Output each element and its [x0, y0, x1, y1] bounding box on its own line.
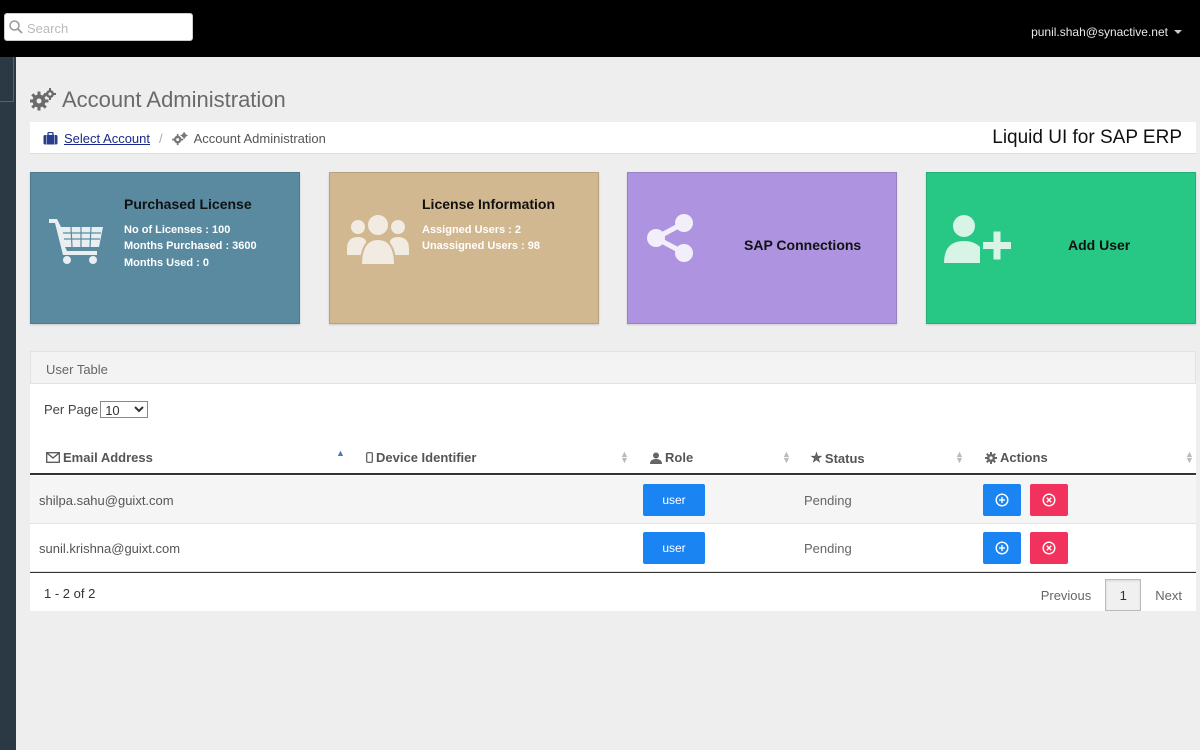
search-icon [9, 20, 23, 34]
plus-circle-icon [995, 493, 1009, 507]
column-header-device[interactable]: Device Identifier [366, 450, 476, 465]
add-action-button[interactable] [983, 484, 1021, 516]
user-icon [650, 452, 662, 464]
row-email: shilpa.sahu@guixt.com [39, 493, 174, 508]
tile-line-months-purchased: Months Purchased : 3600 [124, 240, 257, 252]
sap-connections-tile[interactable]: SAP Connections [627, 172, 897, 324]
tile-line-assigned: Assigned Users : 2 [422, 224, 522, 236]
page-title: Account Administration [30, 87, 286, 113]
add-action-button[interactable] [983, 532, 1021, 564]
cart-icon [49, 219, 103, 264]
panel-title: User Table [30, 351, 1196, 384]
pagination-previous[interactable]: Previous [1027, 588, 1106, 603]
breadcrumb-select-account-link[interactable]: Select Account [64, 131, 150, 146]
row-email: sunil.krishna@guixt.com [39, 541, 181, 556]
column-header-role[interactable]: Role [650, 450, 693, 465]
table-row: shilpa.sahu@guixt.com user Pending [30, 476, 1196, 524]
tile-line-months-used: Months Used : 0 [124, 257, 209, 269]
mobile-icon [366, 452, 373, 463]
sort-icon[interactable]: ▲ ▼ [955, 450, 964, 465]
pagination-next[interactable]: Next [1141, 588, 1196, 603]
envelope-icon [46, 452, 60, 463]
tile-title: Add User [1068, 237, 1131, 253]
share-icon [647, 214, 693, 262]
breadcrumb-current: Account Administration [193, 131, 326, 146]
column-header-email[interactable]: Email Address [46, 450, 153, 465]
search-box[interactable] [4, 13, 193, 41]
main-content: Account Administration Select Account / [16, 57, 1200, 750]
sort-asc-icon[interactable]: ▲ [336, 448, 345, 458]
breadcrumb-separator: / [159, 131, 163, 146]
gears-icon [171, 131, 188, 145]
user-menu[interactable]: punil.shah@synactive.net [1031, 25, 1182, 39]
sort-icon[interactable]: ▲ ▼ [1185, 450, 1194, 465]
sidebar-toggle[interactable] [0, 57, 14, 102]
plus-circle-icon [995, 541, 1009, 555]
pagination: Previous 1 Next [1027, 579, 1196, 611]
purchased-license-tile[interactable]: Purchased License No of Licenses : 100 M… [30, 172, 300, 324]
table-footer: 1 - 2 of 2 Previous 1 Next [30, 572, 1196, 611]
sort-icon[interactable]: ▲ ▼ [782, 450, 791, 465]
row-status: Pending [804, 493, 852, 508]
add-user-tile[interactable]: Add User [926, 172, 1196, 324]
breadcrumb-bar: Select Account / Account Administration … [30, 122, 1196, 154]
gears-icon [30, 88, 56, 111]
sidebar-edge [0, 57, 16, 750]
role-button[interactable]: user [643, 532, 705, 564]
chevron-down-icon [1174, 30, 1182, 34]
tile-title: SAP Connections [744, 237, 862, 253]
column-header-actions[interactable]: Actions [985, 450, 1048, 465]
license-information-tile[interactable]: License Information Assigned Users : 2 U… [329, 172, 599, 324]
gear-icon [985, 451, 997, 464]
row-status: Pending [804, 541, 852, 556]
close-circle-icon [1042, 493, 1056, 507]
table-header: Email Address ▲ Device Identifier ▲ ▼ Rol… [30, 448, 1196, 475]
page-title-text: Account Administration [62, 87, 286, 112]
per-page-select[interactable]: 10 [100, 401, 149, 418]
breadcrumb: Select Account / Account Administration [43, 131, 326, 146]
user-table-panel: User Table Per Page 10 Email Address ▲ D… [30, 351, 1196, 611]
row-range-text: 1 - 2 of 2 [44, 586, 96, 601]
pagination-page-1[interactable]: 1 [1105, 579, 1142, 611]
briefcase-icon [43, 132, 58, 145]
delete-action-button[interactable] [1030, 484, 1068, 516]
table-row: sunil.krishna@guixt.com user Pending [30, 524, 1196, 572]
tile-title: Purchased License [124, 196, 252, 212]
top-bar: punil.shah@synactive.net [0, 0, 1200, 57]
sort-icon[interactable]: ▲ ▼ [620, 450, 629, 465]
close-circle-icon [1042, 541, 1056, 555]
delete-action-button[interactable] [1030, 532, 1068, 564]
tile-line-unassigned: Unassigned Users : 98 [422, 240, 540, 252]
per-page-control: Per Page 10 [44, 401, 149, 418]
add-user-icon [944, 215, 1011, 263]
tile-title: License Information [422, 196, 556, 212]
search-input[interactable] [27, 18, 187, 38]
per-page-label: Per Page [44, 402, 99, 417]
users-group-icon [347, 213, 409, 266]
product-title: Liquid UI for SAP ERP [992, 127, 1182, 148]
column-header-status[interactable]: ✯ Status [811, 450, 865, 466]
user-email: punil.shah@synactive.net [1031, 25, 1168, 39]
star-half-icon: ✯ [811, 450, 822, 465]
role-button[interactable]: user [643, 484, 705, 516]
tile-line-licenses: No of Licenses : 100 [124, 224, 231, 236]
